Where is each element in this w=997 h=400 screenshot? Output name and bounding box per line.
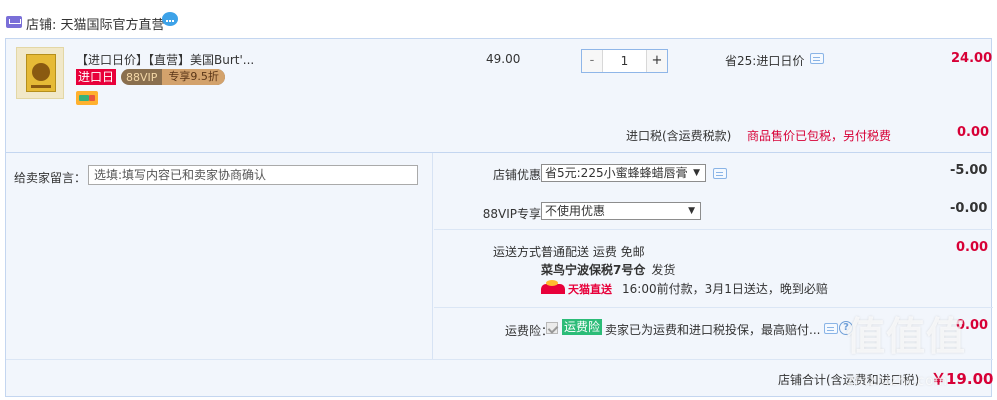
import-tax-label: 进口税(含运费税款) bbox=[626, 129, 732, 143]
chat-icon[interactable] bbox=[162, 12, 178, 26]
insurance-checkbox[interactable] bbox=[546, 322, 558, 334]
tmall-direct-label: 天猫直送 bbox=[568, 282, 612, 296]
product-package-image bbox=[26, 54, 56, 92]
product-image[interactable] bbox=[16, 47, 64, 99]
message-icon[interactable] bbox=[810, 53, 824, 64]
item-subtotal: 24.00 bbox=[951, 51, 993, 66]
shipping-method: 普通配送 运费 免邮 bbox=[541, 245, 645, 259]
chevron-down-icon: ▼ bbox=[688, 206, 695, 216]
order-options-panel: 给卖家留言： 选填:填写内容已和卖家协商确认 店铺优惠： 省5元:225小蜜蜂蜂… bbox=[5, 153, 993, 397]
dispatch-text: 发货 bbox=[651, 263, 676, 277]
vip-discount-select[interactable]: 不使用优惠 ▼ bbox=[541, 202, 701, 220]
import-tax-value: 0.00 bbox=[957, 125, 990, 140]
message-icon[interactable] bbox=[824, 323, 838, 334]
vip-tag: 88VIP 专享9.5折 bbox=[121, 69, 225, 85]
quantity-stepper[interactable]: - 1 + bbox=[581, 49, 668, 73]
import-day-tag: 进口日 bbox=[76, 69, 117, 85]
buyer-message-input[interactable]: 选填:填写内容已和卖家协商确认 bbox=[88, 165, 418, 185]
vip-label: 88VIP bbox=[126, 70, 158, 84]
card-payment-icon bbox=[76, 91, 98, 105]
store-total-row: 店铺合计(含运费和进口税) ￥19.00 bbox=[6, 359, 993, 397]
message-icon[interactable] bbox=[713, 168, 727, 179]
shop-name[interactable]: 店铺: 天猫国际官方直营 bbox=[26, 14, 165, 33]
vip-discount-selected: 不使用优惠 bbox=[545, 204, 606, 218]
delivery-time: 16:00前付款，3月1日送达，晚到必赔 bbox=[622, 282, 828, 296]
product-title[interactable]: 【进口日价】【直营】美国Burt'... bbox=[76, 51, 254, 68]
tmall-direct-info: 天猫直送 16:00前付款，3月1日送达，晚到必赔 bbox=[541, 279, 828, 297]
saving-text: 省25:进口日价 bbox=[725, 54, 805, 68]
import-tax-row: 进口税(含运费税款) 商品售价已包税，另付税费 0.00 bbox=[6, 115, 991, 151]
order-item-panel: 【进口日价】【直营】美国Burt'... 进口日 88VIP 专享9.5折 49… bbox=[5, 38, 992, 153]
shop-icon bbox=[6, 16, 22, 28]
store-discount-selected: 省5元:225小蜜蜂蜂蜡唇膏 bbox=[545, 166, 688, 180]
increase-quantity-button[interactable]: + bbox=[646, 50, 667, 72]
shop-header: 店铺: 天猫国际官方直营 bbox=[0, 0, 997, 38]
vip-discount-row: 88VIP专享： 不使用优惠 ▼ -0.00 bbox=[434, 191, 993, 227]
site-watermark-url: zhizhizhi.com bbox=[847, 374, 948, 389]
store-discount-select[interactable]: 省5元:225小蜜蜂蜂蜡唇膏 ▼ bbox=[541, 164, 706, 182]
warehouse-info: 菜鸟宁波保税7号仓 发货 bbox=[541, 261, 675, 278]
warehouse-name: 菜鸟宁波保税7号仓 bbox=[541, 263, 646, 277]
product-tags: 进口日 88VIP 专享9.5折 bbox=[76, 69, 225, 85]
insurance-badge: 运费险 bbox=[562, 319, 603, 335]
quantity-input[interactable]: 1 bbox=[603, 50, 646, 72]
buyer-message-label: 给卖家留言： bbox=[14, 171, 87, 185]
store-discount-row: 店铺优惠： 省5元:225小蜜蜂蜂蜡唇膏 ▼ -5.00 bbox=[434, 153, 993, 191]
chevron-down-icon: ▼ bbox=[693, 168, 700, 178]
tmall-logo-icon bbox=[541, 279, 565, 294]
decrease-quantity-button[interactable]: - bbox=[582, 50, 603, 72]
shipping-value: 0.00 bbox=[956, 240, 989, 255]
import-tax-note: 商品售价已包税，另付税费 bbox=[747, 129, 892, 143]
vip-discount-label: 专享9.5折 bbox=[162, 69, 225, 85]
buyer-message-area: 给卖家留言： 选填:填写内容已和卖家协商确认 bbox=[6, 153, 433, 359]
unit-price: 49.00 bbox=[486, 52, 521, 66]
shipping-row: 运送方式： 普通配送 运费 免邮 菜鸟宁波保税7号仓 发货 天猫直送 16:00前… bbox=[434, 229, 993, 307]
store-discount-value: -5.00 bbox=[950, 163, 988, 178]
insurance-description[interactable]: 卖家已为运费和进口税投保，最高赔付... bbox=[605, 321, 820, 338]
vip-discount-value: -0.00 bbox=[950, 201, 988, 216]
